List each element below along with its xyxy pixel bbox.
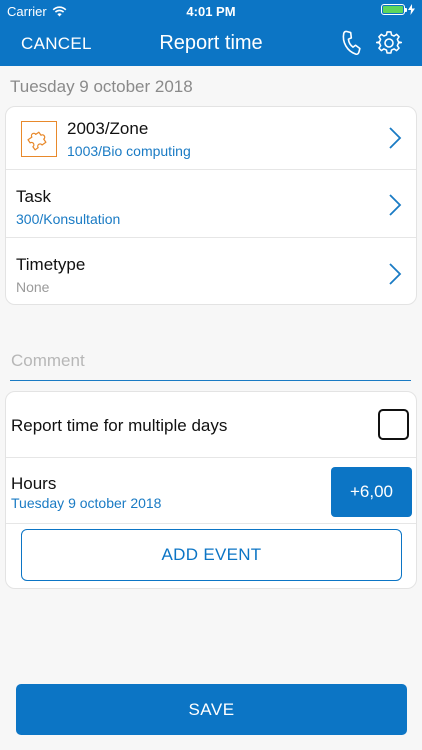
status-right — [381, 4, 415, 15]
hours-date: Tuesday 9 october 2018 — [11, 495, 162, 511]
task-subtitle: 300/Konsultation — [16, 211, 121, 227]
chevron-right-icon — [389, 194, 402, 216]
cancel-button[interactable]: CANCEL — [21, 34, 92, 54]
multiple-days-checkbox[interactable] — [378, 409, 409, 440]
timetype-row[interactable]: Timetype None — [6, 238, 416, 304]
multiple-days-label: Report time for multiple days — [11, 416, 228, 435]
chevron-right-icon — [389, 263, 402, 285]
hours-row: Hours Tuesday 9 october 2018 +6,00 — [6, 458, 416, 524]
battery-icon — [381, 4, 407, 15]
timetype-subtitle: None — [16, 279, 50, 295]
timetype-title: Timetype — [16, 255, 86, 274]
task-title: Task — [16, 187, 51, 206]
task-row[interactable]: Task 300/Konsultation — [6, 170, 416, 238]
gear-icon[interactable] — [376, 30, 402, 56]
details-card: 2003/Zone 1003/Bio computing Task 300/Ko… — [5, 106, 417, 305]
project-title: 2003/Zone — [67, 119, 149, 138]
date-heading: Tuesday 9 october 2018 — [10, 77, 193, 96]
add-event-button[interactable]: ADD EVENT — [21, 529, 402, 581]
status-time: 4:01 PM — [186, 4, 236, 19]
puzzle-icon — [21, 121, 57, 157]
status-bar: Carrier 4:01 PM — [0, 0, 422, 22]
nav-bar: CANCEL Report time — [0, 22, 422, 66]
save-button[interactable]: SAVE — [16, 684, 407, 735]
chevron-right-icon — [389, 127, 402, 149]
charging-bolt-icon — [408, 4, 415, 15]
multiple-days-row: Report time for multiple days — [6, 392, 416, 458]
project-subtitle: 1003/Bio computing — [67, 143, 191, 159]
hours-label: Hours — [11, 474, 57, 493]
project-row[interactable]: 2003/Zone 1003/Bio computing — [6, 107, 416, 170]
phone-icon[interactable] — [338, 30, 364, 56]
time-card: Report time for multiple days Hours Tues… — [5, 391, 417, 589]
comment-input[interactable] — [10, 341, 411, 381]
hours-value-button[interactable]: +6,00 — [331, 467, 412, 517]
